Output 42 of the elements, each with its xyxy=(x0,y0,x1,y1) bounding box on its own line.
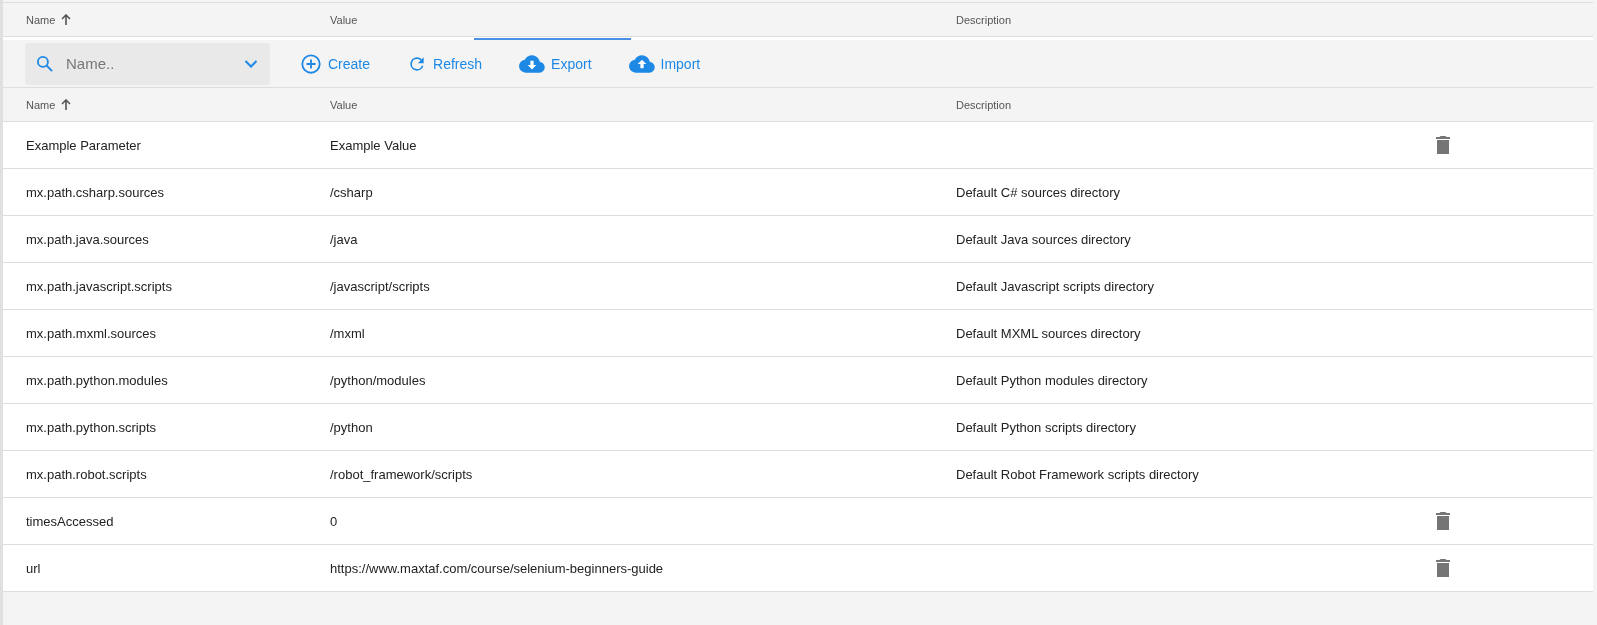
column-header[interactable]: Description xyxy=(956,98,1012,111)
cloud-download-icon xyxy=(519,53,546,74)
column-header[interactable]: Description xyxy=(956,13,1012,26)
table-cell: mx.path.java.sources xyxy=(26,231,149,247)
search-field[interactable]: Name.. xyxy=(25,42,270,85)
table-cell: mx.path.mxml.sources xyxy=(26,325,157,341)
table-cell: Default C# sources directory xyxy=(956,184,1120,200)
plus-circle-icon xyxy=(300,52,322,75)
table-cell: mx.path.python.modules xyxy=(26,372,168,388)
table-cell: /mxml xyxy=(330,325,365,341)
search-icon xyxy=(35,53,55,74)
table-cell: url xyxy=(26,560,41,576)
table-cell: mx.path.python.scripts xyxy=(26,419,157,435)
table-cell: timesAccessed xyxy=(26,513,114,529)
table-cell: /java xyxy=(330,231,358,247)
table-cell: Default MXML sources directory xyxy=(956,325,1141,341)
table-cell: /python xyxy=(330,419,373,435)
table-cell: https://www.maxtaf.com/course/selenium-beginners-guide xyxy=(330,560,664,576)
table-cell: Default Python modules directory xyxy=(956,372,1148,388)
cloud-upload-icon xyxy=(628,53,655,74)
table-cell: mx.path.javascript.scripts xyxy=(26,278,172,294)
column-header[interactable]: Name xyxy=(26,98,56,111)
table-cell: Default Robot Framework scripts directory xyxy=(956,466,1199,482)
trash-icon[interactable] xyxy=(1436,559,1450,577)
table-cell: mx.path.robot.scripts xyxy=(26,466,147,482)
column-header[interactable]: Value xyxy=(330,98,358,111)
table-cell: /python/modules xyxy=(330,372,426,388)
table-cell: /robot_framework/scripts xyxy=(330,466,473,482)
table-cell: Default Javascript scripts directory xyxy=(956,278,1154,294)
table-cell: mx.path.csharp.sources xyxy=(26,184,164,200)
table-cell: Default Java sources directory xyxy=(956,231,1131,247)
table-cell: /javascript/scripts xyxy=(330,278,430,294)
trash-icon[interactable] xyxy=(1436,136,1450,154)
table-cell: Example Value xyxy=(330,137,417,153)
trash-icon[interactable] xyxy=(1436,512,1450,530)
table-cell: 0 xyxy=(330,513,338,529)
column-header[interactable]: Name xyxy=(26,13,56,26)
table-cell: Example Parameter xyxy=(26,137,141,153)
table-cell: Default Python scripts directory xyxy=(956,419,1136,435)
chevron-down-icon xyxy=(244,59,258,68)
column-header[interactable]: Value xyxy=(330,13,358,26)
table-cell: /csharp xyxy=(330,184,373,200)
